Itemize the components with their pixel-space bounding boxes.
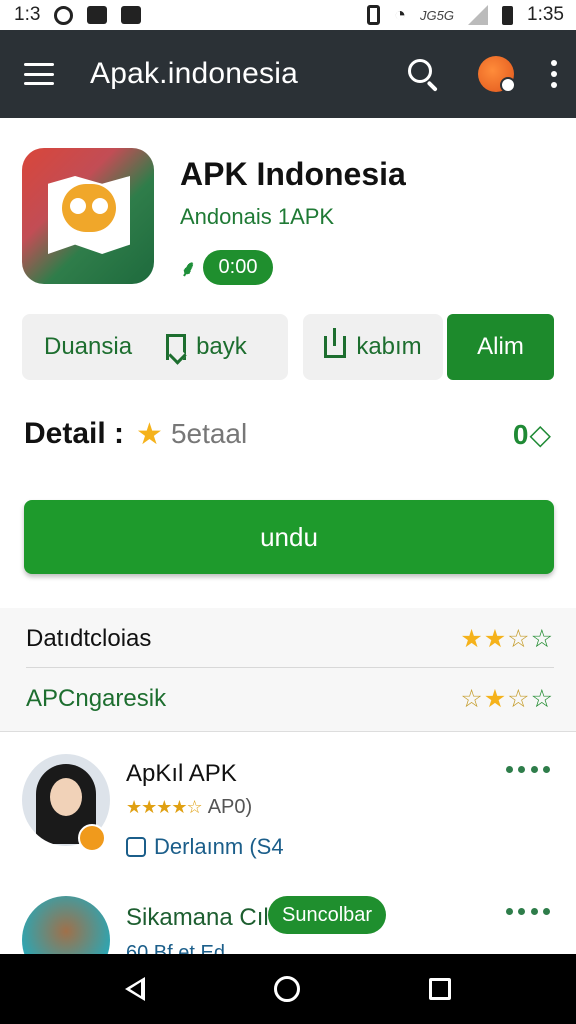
info-row[interactable]: Datıdtcloias ★★☆☆ xyxy=(26,610,554,668)
detail-row: Detail : ★ 5etaal 0◇ xyxy=(24,412,552,456)
tag-icon xyxy=(126,837,146,857)
menu-icon[interactable] xyxy=(24,63,54,85)
info-list: Datıdtcloias ★★☆☆ APCngaresik ☆★☆☆ xyxy=(0,608,576,732)
network-type: JG5G xyxy=(420,7,455,23)
star-icon: ★ xyxy=(460,624,484,653)
status-time: 1:35 xyxy=(527,4,564,25)
status-bar: 1:3 ◔ JG5G 1:35 xyxy=(0,0,576,30)
recent-apps-icon[interactable] xyxy=(429,978,452,1000)
bookmark-button[interactable]: bayk xyxy=(166,333,247,361)
rating-stars: ★★☆☆ xyxy=(460,624,554,654)
message-icon xyxy=(87,6,108,24)
pin-icon xyxy=(62,184,116,232)
star-icon: ★ xyxy=(483,624,508,653)
review-item[interactable]: Sikamana Cıl Suncolbar 60 Bf et Ed xyxy=(22,896,556,956)
review-rating: ★★★★☆ AP0) xyxy=(126,796,252,819)
rating-stars: ★★★★☆ xyxy=(126,797,203,817)
app-developer[interactable]: Andonais 1APK xyxy=(180,204,334,230)
reviewer-name: ApKıl APK xyxy=(126,760,237,787)
wifi-icon: ◔ xyxy=(393,4,407,26)
rating-stars: ☆★☆☆ xyxy=(460,684,554,714)
battery-icon xyxy=(502,5,514,25)
at-icon xyxy=(54,5,74,25)
profile-avatar-icon[interactable] xyxy=(478,56,516,93)
info-row-label: Datıdtcloias xyxy=(26,624,152,652)
review-tag[interactable]: Derlaınm (S4 xyxy=(126,834,284,860)
info-row-label: APCngaresik xyxy=(26,685,167,712)
reviewer-name: Sikamana Cıl xyxy=(126,904,269,931)
star-outline-icon: ☆ xyxy=(507,624,531,653)
app-bar-title: Apak.indonesia xyxy=(90,57,298,90)
status-right: ◔ JG5G 1:35 xyxy=(366,4,564,26)
photo-icon xyxy=(121,6,142,24)
system-nav-bar xyxy=(0,954,576,1024)
bookmark-icon xyxy=(166,334,187,360)
back-icon[interactable] xyxy=(124,977,145,1001)
download-button[interactable]: undu xyxy=(24,500,554,574)
share-icon xyxy=(324,328,347,358)
detail-label: Detail : xyxy=(24,417,125,450)
search-icon[interactable] xyxy=(406,57,440,92)
reviewer-avatar xyxy=(22,896,110,956)
app-bar: Apak.indonesia xyxy=(0,30,576,118)
status-left: 1:3 xyxy=(14,4,142,26)
reviewer-chip[interactable]: Suncolbar xyxy=(268,896,387,934)
more-options-icon[interactable] xyxy=(506,908,550,920)
app-badge: 0:00 xyxy=(202,250,274,285)
star-outline-icon: ☆ xyxy=(507,685,531,713)
star-outline-icon: ☆ xyxy=(530,685,554,713)
share-button[interactable]: kabım xyxy=(303,314,443,380)
detail-value: 5etaal xyxy=(170,418,248,449)
action-buttons: Duansia bayk kabım Alim xyxy=(22,314,554,380)
share-label: kabım xyxy=(356,333,422,360)
app-name: APK Indonesia xyxy=(180,156,406,192)
leaf-icon: ⸙ xyxy=(180,255,197,281)
app-header: APK Indonesia Andonais 1APK ⸙ 0:00 xyxy=(22,148,562,288)
bookmark-label: bayk xyxy=(196,333,247,360)
app-meta: ⸙ 0:00 xyxy=(180,250,274,285)
primary-action-button[interactable]: Alim xyxy=(447,314,554,380)
duansia-label: Duansia xyxy=(44,333,133,360)
star-icon: ★ xyxy=(483,685,508,713)
vibrate-icon xyxy=(366,5,380,25)
review-item[interactable]: ApKıl APK ★★★★☆ AP0) Derlaınm (S4 xyxy=(22,754,556,874)
info-row[interactable]: APCngaresik ☆★☆☆ xyxy=(26,670,554,728)
star-outline-icon: ☆ xyxy=(530,624,554,653)
star-icon: ★ xyxy=(136,417,163,451)
review-rating-text: AP0) xyxy=(207,796,253,818)
star-outline-icon: ☆ xyxy=(460,685,484,713)
status-time-left: 1:3 xyxy=(14,4,41,25)
badge-icon xyxy=(78,824,106,852)
detail-code-link[interactable]: 0◇ xyxy=(513,418,552,451)
signal-icon xyxy=(468,5,489,25)
home-icon[interactable] xyxy=(273,976,300,1002)
duansia-button[interactable]: Duansia bayk xyxy=(22,314,288,380)
more-options-icon[interactable] xyxy=(506,766,550,778)
review-tag-label: Derlaınm (S4 xyxy=(154,834,284,859)
more-vert-icon[interactable] xyxy=(550,60,558,88)
app-logo xyxy=(22,148,154,284)
